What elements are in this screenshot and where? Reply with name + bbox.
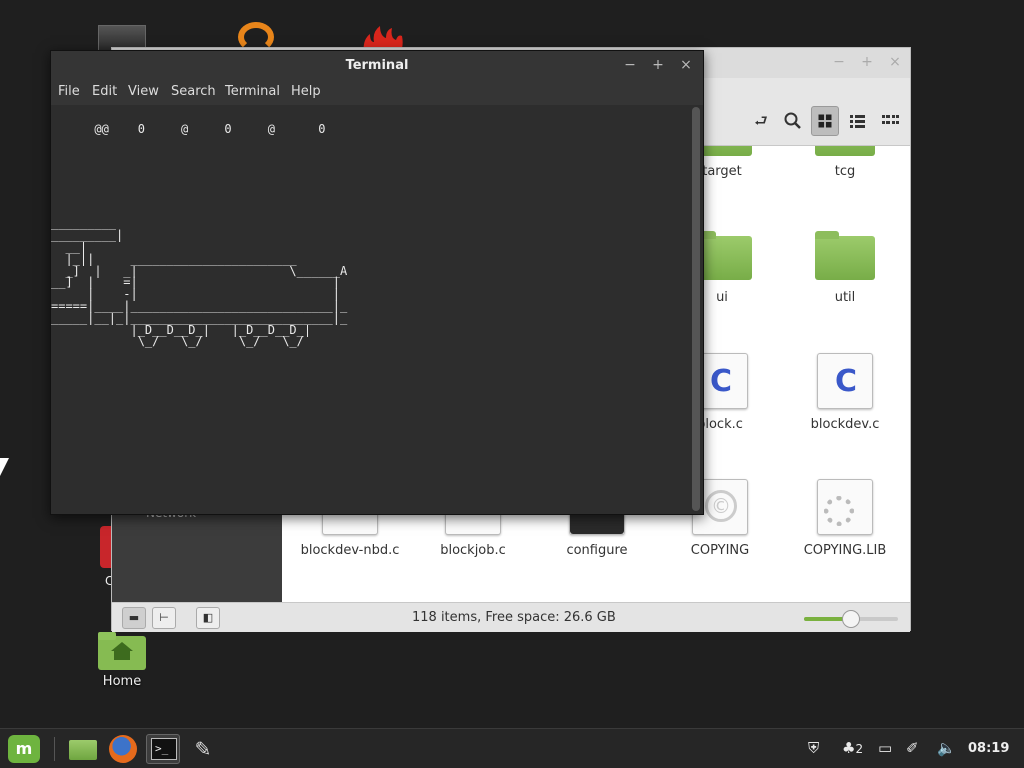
text-editor-icon: ✎ bbox=[194, 737, 212, 761]
zoom-slider-handle[interactable] bbox=[842, 610, 860, 628]
c-source-file-icon: C bbox=[817, 353, 873, 409]
file-manager-statusbar: ▬ ⊢ ◧ 118 items, Free space: 26.6 GB bbox=[112, 602, 910, 632]
search-icon[interactable] bbox=[779, 106, 807, 136]
zoom-slider[interactable] bbox=[804, 610, 898, 628]
taskbar: m >_ ✎ ⛨ ♣2 ▭ ✐ 🔈 08:19 bbox=[0, 728, 1024, 768]
mint-logo-icon: m bbox=[15, 739, 33, 758]
fm-close-button[interactable]: × bbox=[886, 53, 904, 71]
terminal-icon: >_ bbox=[151, 738, 177, 760]
license-file-icon bbox=[817, 479, 873, 535]
shield-icon[interactable]: ⛨ bbox=[808, 739, 819, 757]
folder-icon bbox=[69, 740, 97, 760]
home-folder-icon[interactable] bbox=[98, 630, 146, 670]
firefox-icon bbox=[109, 735, 137, 763]
terminal-menubar: File Edit View Search Terminal Help bbox=[51, 79, 703, 105]
menu-search[interactable]: Search bbox=[171, 84, 216, 99]
menu-help[interactable]: Help bbox=[291, 84, 321, 99]
fm-minimize-button[interactable]: − bbox=[830, 53, 848, 71]
notification-count: 2 bbox=[855, 742, 864, 756]
icon-view-icon[interactable] bbox=[811, 106, 839, 136]
file-item-tcg[interactable]: tcg bbox=[785, 146, 905, 186]
start-menu-button[interactable]: m bbox=[8, 735, 40, 763]
taskbar-files-button[interactable] bbox=[66, 734, 100, 764]
terminal-titlebar[interactable]: Terminal − + × bbox=[51, 51, 703, 79]
terminal-output: @@ 0 @ 0 @ 0 _________ _________| __| |_… bbox=[51, 122, 348, 349]
menu-view[interactable]: View bbox=[128, 84, 159, 99]
network-icon[interactable]: ✐ bbox=[906, 739, 919, 757]
file-item-blockdev-c[interactable]: C blockdev.c bbox=[785, 353, 905, 443]
terminal-maximize-button[interactable]: + bbox=[649, 56, 667, 74]
compact-view-icon[interactable] bbox=[875, 106, 903, 136]
taskbar-terminal-button[interactable]: >_ bbox=[146, 734, 180, 764]
taskbar-firefox-button[interactable] bbox=[106, 734, 140, 764]
file-item-util[interactable]: util bbox=[785, 231, 905, 316]
terminal-window: Terminal − + × File Edit View Search Ter… bbox=[50, 50, 704, 515]
menu-edit[interactable]: Edit bbox=[92, 84, 117, 99]
volume-icon[interactable]: 🔈 bbox=[937, 739, 956, 757]
display-icon[interactable]: ▭ bbox=[878, 739, 892, 757]
list-view-icon[interactable] bbox=[843, 106, 871, 136]
folder-icon bbox=[815, 231, 875, 280]
show-treeview-icon[interactable]: ⊢ bbox=[152, 607, 176, 629]
taskbar-editor-button[interactable]: ✎ bbox=[186, 734, 220, 764]
menu-file[interactable]: File bbox=[58, 84, 80, 99]
terminal-title: Terminal bbox=[345, 58, 409, 73]
hide-sidebar-icon[interactable]: ◧ bbox=[196, 607, 220, 629]
show-places-icon[interactable]: ▬ bbox=[122, 607, 146, 629]
home-folder-label: Home bbox=[102, 674, 142, 689]
status-text: 118 items, Free space: 26.6 GB bbox=[412, 610, 616, 625]
terminal-minimize-button[interactable]: − bbox=[621, 56, 639, 74]
notifications-icon[interactable]: ♣2 bbox=[842, 739, 863, 757]
terminal-close-button[interactable]: × bbox=[677, 56, 695, 74]
taskbar-separator bbox=[54, 737, 55, 761]
fm-maximize-button[interactable]: + bbox=[858, 53, 876, 71]
mouse-cursor-icon bbox=[0, 458, 9, 476]
menu-terminal[interactable]: Terminal bbox=[225, 84, 280, 99]
file-item-copying-lib[interactable]: COPYING.LIB bbox=[785, 479, 905, 569]
terminal-output-area[interactable]: @@ 0 @ 0 @ 0 _________ _________| __| |_… bbox=[51, 105, 691, 514]
clock[interactable]: 08:19 bbox=[968, 741, 1009, 756]
terminal-scrollbar[interactable] bbox=[692, 107, 700, 511]
toggle-location-icon[interactable]: ⮐ bbox=[747, 106, 775, 136]
